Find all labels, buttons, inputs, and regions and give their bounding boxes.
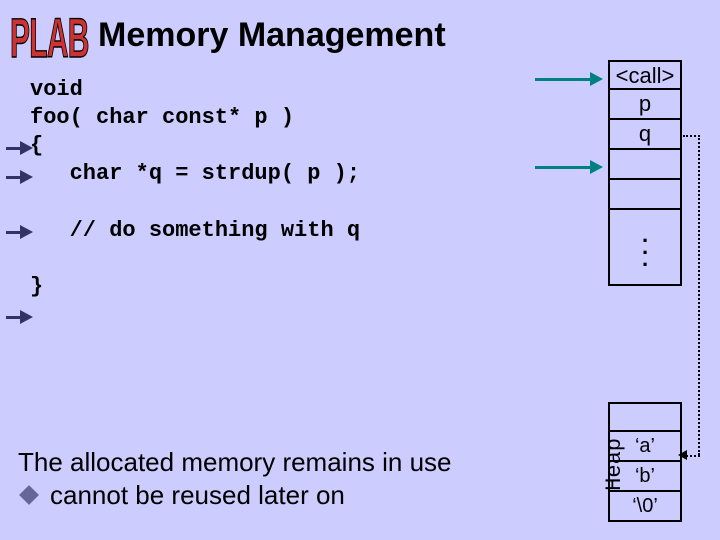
code-arrow-icon bbox=[6, 170, 33, 184]
code-line: } bbox=[30, 274, 43, 299]
stack-cell: <call> bbox=[608, 60, 682, 90]
heap-cell bbox=[608, 402, 682, 432]
stack-diagram: <call> p q ... bbox=[608, 60, 682, 286]
stack-cell: q bbox=[608, 120, 682, 150]
explanation-line2: cannot be reused later on bbox=[50, 479, 345, 512]
explanation-line1: The allocated memory remains in use bbox=[18, 446, 452, 479]
explanation-text: The allocated memory remains in use cann… bbox=[18, 446, 452, 511]
stack-cell bbox=[608, 180, 682, 210]
code-arrow-icon bbox=[6, 310, 33, 324]
code-line: // do something with q bbox=[30, 218, 360, 243]
code-line: foo( char const* p ) bbox=[30, 105, 294, 130]
code-line: char *q = strdup( p ); bbox=[30, 161, 360, 186]
plab-logo: PLAB bbox=[10, 8, 89, 71]
pointer-arrowhead-icon bbox=[678, 450, 687, 460]
pointer-arrow-icon bbox=[535, 72, 603, 86]
heap-cell: ‘\0’ bbox=[608, 492, 682, 522]
pointer-dashed-line bbox=[698, 135, 700, 455]
stack-cell: p bbox=[608, 90, 682, 120]
pointer-arrow-icon bbox=[535, 160, 603, 174]
vertical-ellipsis-icon: ... bbox=[642, 229, 648, 265]
stack-ellipsis: ... bbox=[608, 210, 682, 286]
bullet-diamond-icon bbox=[19, 485, 39, 505]
slide-title: Memory Management bbox=[98, 16, 446, 55]
heap-label: Heap bbox=[602, 438, 627, 491]
stack-cell bbox=[608, 150, 682, 180]
code-arrow-icon bbox=[6, 141, 33, 155]
code-arrow-icon bbox=[6, 225, 33, 239]
code-block: void foo( char const* p ) { char *q = st… bbox=[30, 76, 360, 301]
code-line: void bbox=[30, 77, 83, 102]
